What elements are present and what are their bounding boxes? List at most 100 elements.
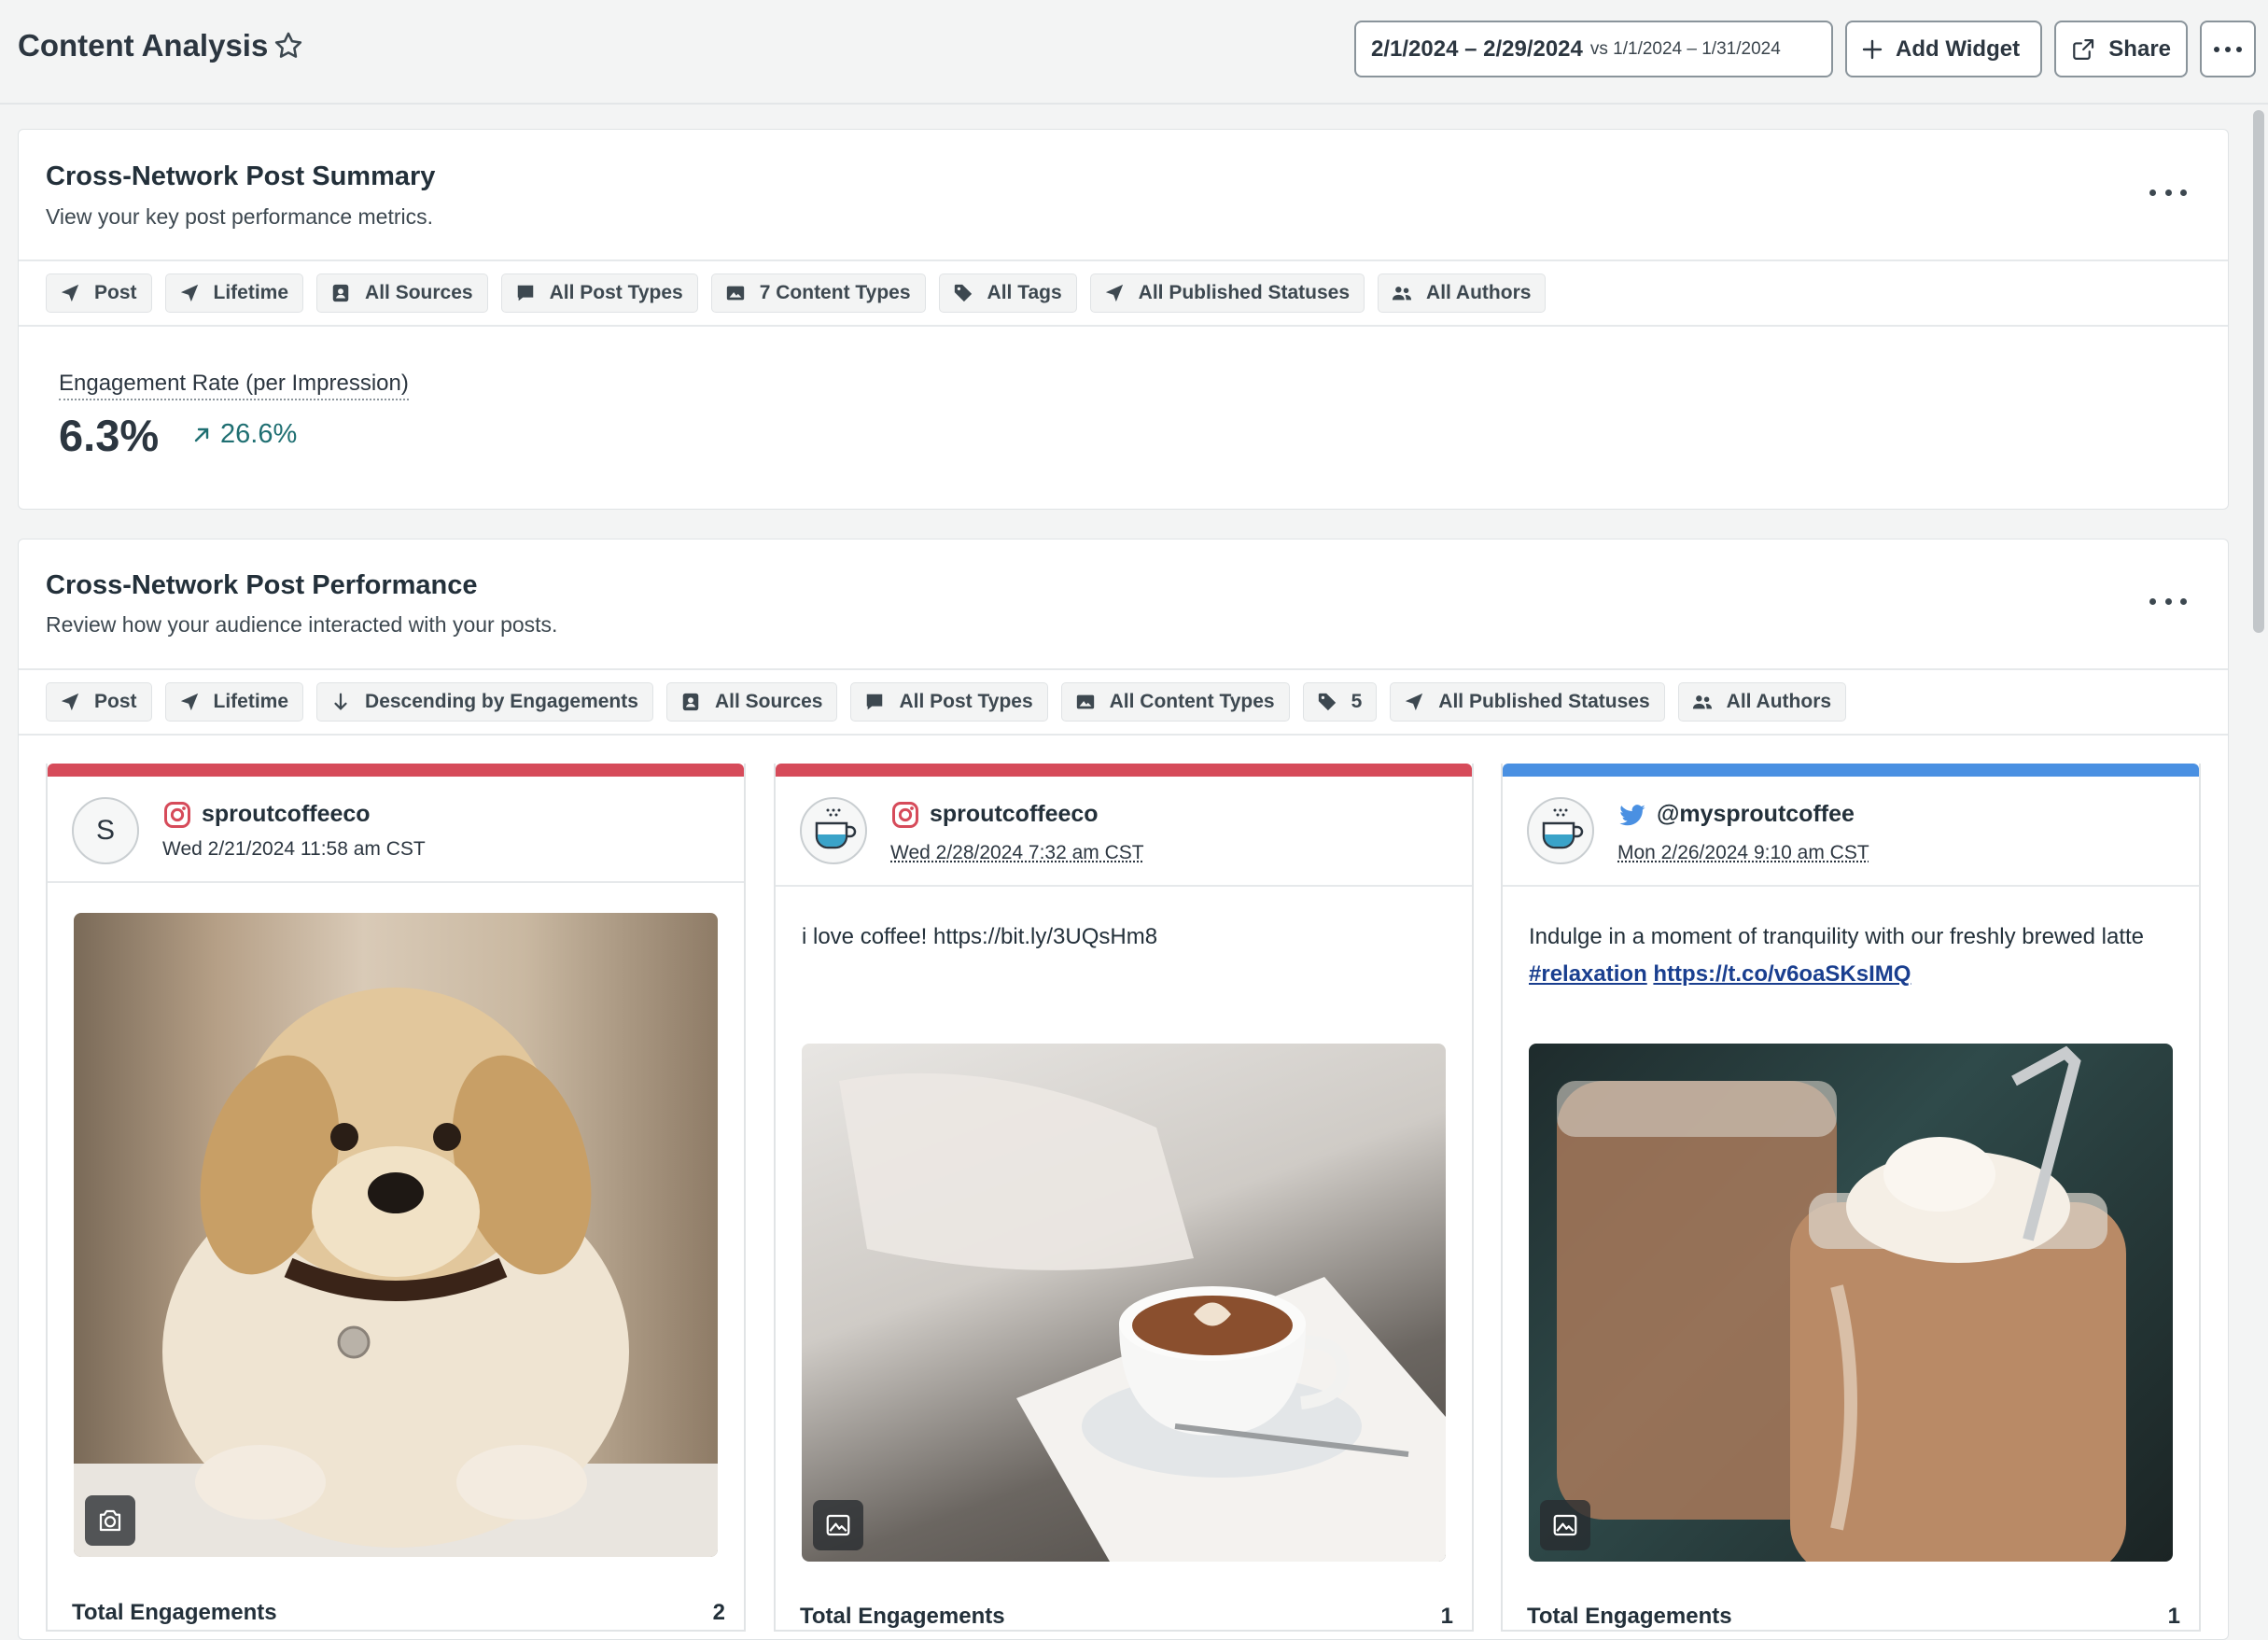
iced-latte-photo — [1557, 1045, 2126, 1562]
post-date: Wed 2/21/2024 11:58 am CST — [162, 838, 426, 860]
filter-label: All Sources — [365, 282, 473, 303]
widget-subtitle: View your key post performance metrics. — [46, 204, 434, 229]
add-widget-label: Add Widget — [1896, 35, 2021, 62]
widget-title: Cross-Network Post Performance — [46, 570, 478, 600]
more-dots-icon — [2214, 46, 2242, 52]
filter-label: 5 — [1351, 691, 1363, 712]
filter-published-statuses[interactable]: All Published Statuses — [1390, 682, 1665, 722]
twitter-icon — [1619, 805, 1645, 826]
url-link[interactable]: https://t.co/v6oaSKsIMQ — [1653, 961, 1911, 987]
filter-authors[interactable]: All Authors — [1677, 682, 1847, 722]
metric-change: 26.6% — [192, 419, 297, 450]
filter-label: Lifetime — [213, 691, 289, 712]
filter-tags[interactable]: All Tags — [938, 273, 1077, 313]
post-handle: sproutcoffeeco — [202, 801, 371, 827]
filter-lifetime[interactable]: Lifetime — [164, 682, 304, 722]
send-icon — [1406, 693, 1423, 711]
filter-post[interactable]: Post — [46, 273, 152, 313]
post-date-link[interactable]: Mon 2/26/2024 9:10 am CST — [1617, 842, 1869, 864]
filter-tags[interactable]: 5 — [1302, 682, 1378, 722]
send-icon — [180, 693, 198, 711]
post-handle: sproutcoffeeco — [930, 801, 1099, 827]
camera-icon — [85, 1495, 135, 1546]
filter-label: 7 Content Types — [759, 282, 911, 303]
filter-label: All Published Statuses — [1138, 282, 1351, 303]
total-engagements-row: Total Engagements 2 — [72, 1600, 725, 1626]
post-card[interactable]: S sproutcoffeeco Wed 2/21/2024 11:58 am … — [46, 764, 746, 1632]
send-icon — [61, 693, 79, 711]
comment-icon — [517, 285, 533, 301]
tag-icon — [954, 284, 972, 302]
performance-filter-bar: Post Lifetime Descending by Engagements … — [19, 668, 2228, 736]
post-image[interactable] — [1529, 1044, 2173, 1562]
divider — [1503, 885, 2199, 887]
filter-label: Lifetime — [213, 282, 289, 303]
filter-sort[interactable]: Descending by Engagements — [316, 682, 653, 722]
compare-range-text: vs 1/1/2024 – 1/31/2024 — [1589, 38, 1781, 59]
avatar — [1527, 797, 1594, 864]
users-icon — [1392, 287, 1412, 301]
divider — [776, 885, 1472, 887]
more-options-button[interactable] — [2200, 21, 2256, 77]
hashtag-link[interactable]: #relaxation — [1529, 961, 1647, 987]
total-value: 2 — [712, 1600, 725, 1625]
send-icon — [1105, 284, 1123, 302]
filter-published-statuses[interactable]: All Published Statuses — [1089, 273, 1365, 313]
users-icon — [1692, 695, 1712, 709]
instagram-icon — [164, 802, 190, 828]
puppy-photo — [74, 988, 718, 1557]
arrow-up-right-icon — [194, 428, 209, 442]
profile-card-icon — [682, 693, 699, 711]
plus-icon — [1862, 39, 1883, 59]
send-icon — [180, 284, 198, 302]
post-text-body: Indulge in a moment of tranquility with … — [1529, 924, 2145, 949]
total-label: Total Engagements — [72, 1600, 277, 1625]
post-image[interactable] — [802, 1044, 1446, 1562]
add-widget-button[interactable]: Add Widget — [1845, 21, 2042, 77]
filter-label: Descending by Engagements — [365, 691, 638, 712]
filter-content-types[interactable]: 7 Content Types — [710, 273, 926, 313]
profile-card-icon — [332, 284, 349, 302]
image-icon — [726, 286, 744, 301]
widget-subtitle: Review how your audience interacted with… — [46, 612, 558, 637]
avatar — [800, 797, 867, 864]
filter-sources[interactable]: All Sources — [665, 682, 838, 722]
instagram-icon — [892, 802, 918, 828]
filter-label: All Published Statuses — [1438, 691, 1650, 712]
post-summary-widget: Cross-Network Post Summary View your key… — [18, 129, 2229, 510]
date-range-button[interactable]: 2/1/2024 – 2/29/2024 vs 1/1/2024 – 1/31/… — [1354, 21, 1833, 77]
filter-label: Post — [94, 282, 137, 303]
summary-filter-bar: Post Lifetime All Sources All Post Types… — [19, 259, 2228, 327]
post-text: Indulge in a moment of tranquility with … — [1529, 918, 2182, 993]
metric-label[interactable]: Engagement Rate (per Impression) — [59, 371, 409, 400]
avatar: S — [72, 797, 139, 864]
post-card[interactable]: sproutcoffeeco Wed 2/28/2024 7:32 am CST… — [774, 764, 1474, 1632]
widget-title: Cross-Network Post Summary — [46, 161, 436, 191]
post-card[interactable]: @mysproutcoffee Mon 2/26/2024 9:10 am CS… — [1501, 764, 2201, 1632]
widget-menu-icon[interactable] — [2149, 598, 2187, 610]
filter-label: All Tags — [987, 282, 1062, 303]
share-label: Share — [2108, 35, 2171, 62]
post-image[interactable] — [74, 913, 718, 1557]
filter-content-types[interactable]: All Content Types — [1060, 682, 1290, 722]
favorite-star-icon[interactable] — [273, 30, 304, 62]
send-icon — [61, 284, 79, 302]
network-color-bar — [776, 764, 1472, 777]
filter-post-types[interactable]: All Post Types — [500, 273, 698, 313]
filter-lifetime[interactable]: Lifetime — [164, 273, 304, 313]
filter-post-types[interactable]: All Post Types — [850, 682, 1048, 722]
tag-icon — [1318, 693, 1336, 711]
filter-authors[interactable]: All Authors — [1378, 273, 1547, 313]
comment-icon — [867, 694, 883, 710]
post-date-link[interactable]: Wed 2/28/2024 7:32 am CST — [890, 842, 1144, 864]
share-button[interactable]: Share — [2054, 21, 2188, 77]
page-scrollbar[interactable] — [2253, 110, 2264, 633]
filter-label: All Post Types — [549, 282, 683, 303]
arrow-down-icon — [334, 693, 347, 710]
external-share-icon — [2073, 38, 2094, 60]
filter-post[interactable]: Post — [46, 682, 152, 722]
widget-menu-icon[interactable] — [2149, 189, 2187, 201]
filter-label: All Post Types — [899, 691, 1033, 712]
filter-label: All Content Types — [1109, 691, 1275, 712]
filter-sources[interactable]: All Sources — [316, 273, 488, 313]
